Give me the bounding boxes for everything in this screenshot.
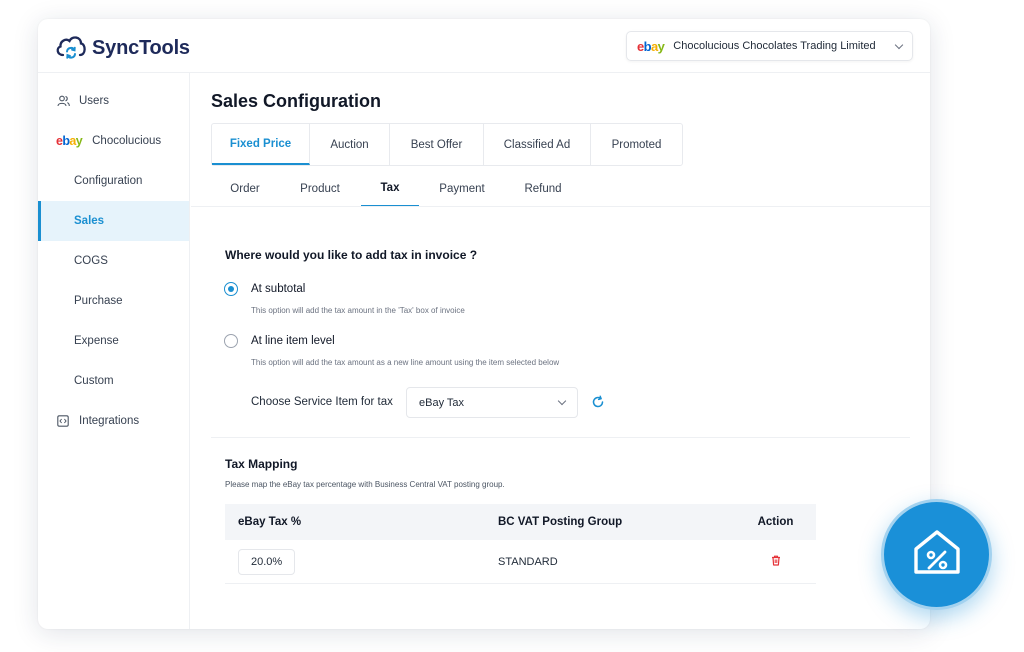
- option-description-line-item: This option will add the tax amount as a…: [251, 358, 560, 367]
- tab-promoted[interactable]: Promoted: [591, 124, 682, 165]
- house-percent-icon: [912, 529, 962, 580]
- column-ebay-tax: eBay Tax %: [238, 516, 302, 528]
- chevron-down-icon: [557, 396, 567, 406]
- tab-payment[interactable]: Payment: [419, 171, 505, 207]
- tab-best-offer[interactable]: Best Offer: [390, 124, 484, 165]
- column-action: Action: [757, 516, 794, 528]
- sidebar-item-expense[interactable]: Expense: [38, 321, 189, 361]
- sidebar-item-chocolucious[interactable]: ebay Chocolucious: [38, 121, 189, 161]
- cloud-sync-icon: [54, 31, 88, 66]
- action-cell: [735, 555, 816, 569]
- sidebar-item-label: COGS: [74, 255, 108, 267]
- section-divider: [211, 437, 910, 438]
- section-tabs: Order Product Tax Payment Refund: [211, 171, 581, 207]
- table-row: 20.0% STANDARD: [225, 540, 816, 584]
- tax-question: Where would you like to add tax in invoi…: [225, 248, 478, 262]
- app-window: SyncTools ebay Chocolucious Chocolates T…: [38, 19, 930, 629]
- tax-cell: 20.0%: [225, 548, 485, 575]
- sidebar-item-label: Purchase: [74, 295, 123, 307]
- vat-group-cell: STANDARD: [498, 555, 558, 568]
- store-selector[interactable]: ebay Chocolucious Chocolates Trading Lim…: [626, 31, 913, 61]
- option-label-subtotal: At subtotal: [251, 283, 306, 295]
- sidebar-item-label: Expense: [74, 335, 119, 347]
- store-name: Chocolucious Chocolates Trading Limited: [673, 40, 876, 52]
- tab-classified-ad[interactable]: Classified Ad: [484, 124, 591, 165]
- sidebar-item-label: Users: [79, 95, 110, 107]
- sidebar-item-users[interactable]: Users: [38, 81, 189, 121]
- app-name: SyncTools: [92, 37, 190, 59]
- radio-at-line-item[interactable]: [224, 334, 238, 348]
- sidebar-item-label: Custom: [74, 375, 114, 387]
- main-content: Sales Configuration Fixed Price Auction …: [191, 73, 930, 629]
- tax-badge: [881, 499, 992, 610]
- sidebar-item-label: Sales: [74, 215, 105, 227]
- sidebar-item-custom[interactable]: Custom: [38, 361, 189, 401]
- sidebar-item-integrations[interactable]: Integrations: [38, 401, 189, 441]
- tabs-divider: [191, 206, 930, 207]
- tax-percent-input[interactable]: 20.0%: [238, 548, 296, 575]
- page-title: Sales Configuration: [211, 91, 382, 111]
- option-description-subtotal: This option will add the tax amount in t…: [251, 306, 465, 315]
- sidebar-item-sales[interactable]: Sales: [38, 201, 189, 241]
- listing-type-tabs: Fixed Price Auction Best Offer Classifie…: [211, 123, 683, 166]
- ebay-logo: ebay: [56, 134, 83, 148]
- integrations-icon: [56, 414, 70, 428]
- sidebar-item-label: Integrations: [79, 415, 140, 427]
- option-label-line-item: At line item level: [251, 335, 335, 347]
- sidebar: Users ebay Chocolucious Configuration Sa…: [38, 73, 190, 629]
- table-header: eBay Tax % BC VAT Posting Group Action: [225, 504, 816, 540]
- sidebar-item-label: Configuration: [74, 175, 143, 187]
- tab-auction[interactable]: Auction: [310, 124, 390, 165]
- radio-at-subtotal[interactable]: [224, 282, 238, 296]
- sidebar-item-configuration[interactable]: Configuration: [38, 161, 189, 201]
- tax-mapping-description: Please map the eBay tax percentage with …: [225, 480, 505, 489]
- tab-fixed-price[interactable]: Fixed Price: [212, 124, 310, 165]
- column-bc-vat-group: BC VAT Posting Group: [498, 516, 623, 528]
- users-icon: [56, 94, 70, 108]
- tab-refund[interactable]: Refund: [505, 171, 581, 207]
- app-header: SyncTools ebay Chocolucious Chocolates T…: [38, 19, 930, 73]
- tab-tax[interactable]: Tax: [361, 171, 419, 207]
- sidebar-item-label: Chocolucious: [92, 135, 162, 147]
- refresh-icon[interactable]: [591, 395, 605, 409]
- tax-mapping-title: Tax Mapping: [225, 457, 298, 471]
- chevron-down-icon: [894, 40, 904, 49]
- tab-order[interactable]: Order: [211, 171, 279, 207]
- ebay-logo: ebay: [637, 38, 665, 54]
- service-item-select[interactable]: eBay Tax: [406, 387, 578, 418]
- app-logo[interactable]: SyncTools: [54, 31, 190, 66]
- service-item-value: eBay Tax: [419, 396, 465, 409]
- sidebar-item-purchase[interactable]: Purchase: [38, 281, 189, 321]
- sidebar-item-cogs[interactable]: COGS: [38, 241, 189, 281]
- tab-product[interactable]: Product: [279, 171, 361, 207]
- service-item-label: Choose Service Item for tax: [251, 396, 393, 408]
- delete-icon[interactable]: [771, 555, 781, 569]
- tax-mapping-table: eBay Tax % BC VAT Posting Group Action 2…: [225, 504, 816, 584]
